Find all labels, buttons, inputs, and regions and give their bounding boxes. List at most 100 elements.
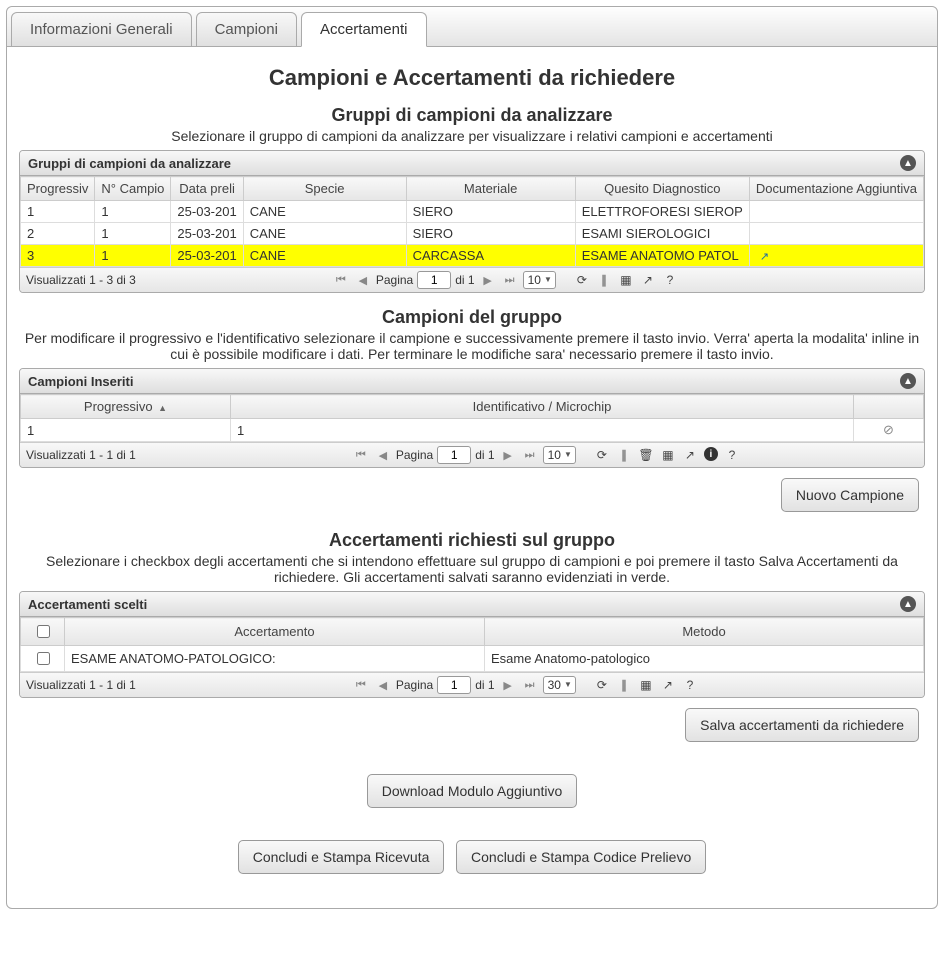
block-icon[interactable]: ⊘ — [883, 422, 894, 437]
col-accertamento[interactable]: Accertamento — [65, 618, 485, 646]
col-quesito[interactable]: Quesito Diagnostico — [575, 177, 749, 201]
next-page-icon[interactable]: ▶ — [499, 446, 517, 464]
grid-accertamenti-header: Accertamenti scelti ▲ — [20, 592, 924, 617]
cell-metodo: Esame Anatomo-patologico — [485, 646, 924, 672]
last-page-icon[interactable]: ⏭ — [521, 446, 539, 464]
page-label-post: di 1 — [475, 678, 494, 692]
last-page-icon[interactable]: ⏭ — [501, 271, 519, 289]
collapse-icon[interactable]: ▲ — [900, 155, 916, 171]
tab-campioni[interactable]: Campioni — [196, 12, 297, 47]
collapse-icon[interactable]: ▲ — [900, 596, 916, 612]
section1-heading: Gruppi di campioni da analizzare — [7, 105, 937, 126]
cell-progressivo: 1 — [21, 419, 231, 442]
grid-icon[interactable]: ▦ — [660, 447, 676, 463]
columns-icon[interactable]: ∥ — [616, 447, 632, 463]
col-data-prelievo[interactable]: Data preli — [171, 177, 243, 201]
columns-icon[interactable]: ∥ — [616, 677, 632, 693]
info-icon[interactable]: i — [704, 447, 718, 461]
viewing-label: Visualizzati 1 - 1 di 1 — [26, 678, 136, 692]
tab-informazioni-generali[interactable]: Informazioni Generali — [11, 12, 192, 47]
refresh-icon[interactable]: ⟳ — [574, 272, 590, 288]
col-identificativo[interactable]: Identificativo / Microchip — [231, 395, 854, 419]
sort-asc-icon: ▲ — [158, 403, 167, 413]
export-icon[interactable]: ↗ — [660, 677, 676, 693]
grid-campioni-title: Campioni Inseriti — [28, 374, 133, 389]
select-all-checkbox[interactable] — [37, 625, 50, 638]
next-page-icon[interactable]: ▶ — [499, 676, 517, 694]
cell-progressivo: 3 — [21, 245, 95, 267]
download-modulo-button[interactable]: Download Modulo Aggiuntivo — [367, 774, 578, 808]
delete-icon[interactable]: 🗑 — [638, 447, 654, 463]
page-label-post: di 1 — [455, 273, 474, 287]
help-icon[interactable]: ? — [682, 677, 698, 693]
tab-bar: Informazioni Generali Campioni Accertame… — [7, 7, 937, 47]
table-row[interactable]: 3125-03-201CANECARCASSAESAME ANATOMO PAT… — [21, 245, 924, 267]
prev-page-icon[interactable]: ◀ — [374, 446, 392, 464]
cell-documentazione — [749, 201, 923, 223]
table-row[interactable]: 1125-03-201CANESIEROELETTROFORESI SIEROP — [21, 201, 924, 223]
col-specie[interactable]: Specie — [243, 177, 406, 201]
page-size-select[interactable]: 10 — [523, 271, 556, 289]
prev-page-icon[interactable]: ◀ — [374, 676, 392, 694]
table-header-row: Accertamento Metodo — [21, 618, 924, 646]
col-checkbox-header — [21, 618, 65, 646]
first-page-icon[interactable]: ⏮ — [352, 446, 370, 464]
tab-accertamenti[interactable]: Accertamenti — [301, 12, 427, 47]
grid-gruppi-table: Progressiv N° Campio Data preli Specie M… — [20, 176, 924, 267]
section2-subtext: Per modificare il progressivo e l'identi… — [21, 330, 923, 362]
columns-icon[interactable]: ∥ — [596, 272, 612, 288]
section2-heading: Campioni del gruppo — [7, 307, 937, 328]
table-row[interactable]: ESAME ANATOMO-PATOLOGICO: Esame Anatomo-… — [21, 646, 924, 672]
next-page-icon[interactable]: ▶ — [479, 271, 497, 289]
cell-n-campioni: 1 — [95, 245, 171, 267]
col-progressivo[interactable]: Progressivo ▲ — [21, 395, 231, 419]
concludi-stampa-codice-button[interactable]: Concludi e Stampa Codice Prelievo — [456, 840, 706, 874]
collapse-icon[interactable]: ▲ — [900, 373, 916, 389]
first-page-icon[interactable]: ⏮ — [332, 271, 350, 289]
refresh-icon[interactable]: ⟳ — [594, 447, 610, 463]
cell-specie: CANE — [243, 223, 406, 245]
table-header-row: Progressivo ▲ Identificativo / Microchip — [21, 395, 924, 419]
page-input[interactable] — [437, 676, 471, 694]
cell-materiale: CARCASSA — [406, 245, 575, 267]
page-title: Campioni e Accertamenti da richiedere — [7, 65, 937, 91]
page-input[interactable] — [417, 271, 451, 289]
last-page-icon[interactable]: ⏭ — [521, 676, 539, 694]
grid-icon[interactable]: ▦ — [618, 272, 634, 288]
page-input[interactable] — [437, 446, 471, 464]
cell-documentazione: ↗ — [749, 245, 923, 267]
col-documentazione[interactable]: Documentazione Aggiuntiva — [749, 177, 923, 201]
nuovo-campione-button[interactable]: Nuovo Campione — [781, 478, 919, 512]
prev-page-icon[interactable]: ◀ — [354, 271, 372, 289]
concludi-stampa-ricevuta-button[interactable]: Concludi e Stampa Ricevuta — [238, 840, 445, 874]
cell-quesito: ESAMI SIEROLOGICI — [575, 223, 749, 245]
help-icon[interactable]: ? — [724, 447, 740, 463]
first-page-icon[interactable]: ⏮ — [352, 676, 370, 694]
cell-identificativo: 1 — [231, 419, 854, 442]
col-materiale[interactable]: Materiale — [406, 177, 575, 201]
table-row[interactable]: 1 1 ⊘ — [21, 419, 924, 442]
help-icon[interactable]: ? — [662, 272, 678, 288]
cell-data: 25-03-201 — [171, 201, 243, 223]
section3-heading: Accertamenti richiesti sul gruppo — [7, 530, 937, 551]
table-row[interactable]: 2125-03-201CANESIEROESAMI SIEROLOGICI — [21, 223, 924, 245]
col-progressivo[interactable]: Progressiv — [21, 177, 95, 201]
col-n-campioni[interactable]: N° Campio — [95, 177, 171, 201]
external-link-icon[interactable]: ↗ — [760, 251, 769, 263]
col-metodo[interactable]: Metodo — [485, 618, 924, 646]
page-size-select[interactable]: 30 — [543, 676, 576, 694]
cell-quesito: ESAME ANATOMO PATOL — [575, 245, 749, 267]
page-size-select[interactable]: 10 — [543, 446, 576, 464]
grid-accertamenti-table: Accertamento Metodo ESAME ANATOMO-PATOLO… — [20, 617, 924, 672]
cell-specie: CANE — [243, 201, 406, 223]
row-checkbox[interactable] — [37, 652, 50, 665]
pager: ⏮ ◀ Pagina di 1 ▶ ⏭ 10 — [352, 446, 576, 464]
export-icon[interactable]: ↗ — [682, 447, 698, 463]
export-icon[interactable]: ↗ — [640, 272, 656, 288]
grid-campioni-header: Campioni Inseriti ▲ — [20, 369, 924, 394]
grid-icon[interactable]: ▦ — [638, 677, 654, 693]
salva-accertamenti-button[interactable]: Salva accertamenti da richiedere — [685, 708, 919, 742]
refresh-icon[interactable]: ⟳ — [594, 677, 610, 693]
page-label-pre: Pagina — [396, 448, 433, 462]
col-progressivo-label: Progressivo — [84, 399, 153, 414]
